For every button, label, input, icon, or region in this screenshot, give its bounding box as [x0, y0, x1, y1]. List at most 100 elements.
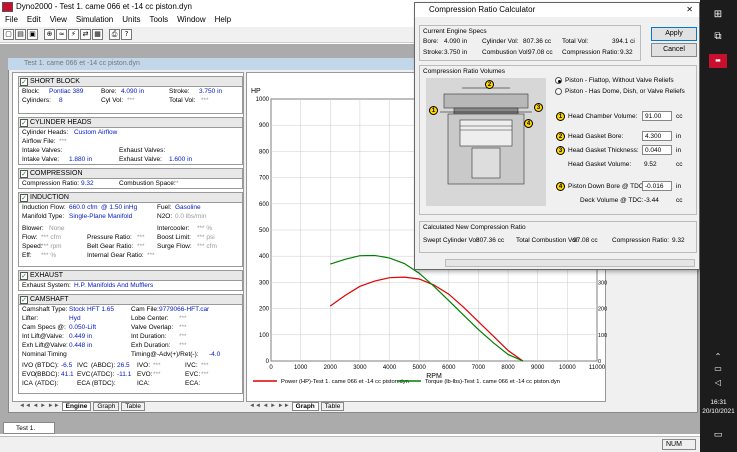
- radio-dome[interactable]: [555, 88, 562, 95]
- y2-tick-label: 300: [598, 280, 607, 286]
- window-title: Dyno2000 - Test 1. came 066 et -14 cc pi…: [16, 2, 192, 11]
- status-bar: [0, 436, 700, 452]
- y-tick-label: 400: [259, 254, 270, 260]
- head-chamber-input[interactable]: 91.00: [642, 111, 672, 121]
- engine-panel: ✓ SHORT BLOCK Block: Pontiac 389 Bore: 4.090…: [12, 72, 244, 411]
- windows-start-icon[interactable]: ⊞: [709, 8, 727, 22]
- menu-window[interactable]: Window: [177, 14, 205, 26]
- save-icon[interactable]: ▣: [27, 29, 38, 40]
- y-axis-label: HP: [251, 88, 261, 95]
- calc-icon[interactable]: ⊕: [44, 29, 55, 40]
- menu-tools[interactable]: Tools: [149, 14, 168, 26]
- notification-icon[interactable]: ▭: [709, 428, 727, 442]
- tab-table-view[interactable]: Table: [320, 401, 345, 411]
- tab-scroll-icon[interactable]: ◄◄ ◄ ► ►►: [249, 403, 290, 409]
- piston-diagram-icon: [426, 78, 546, 206]
- gasket-bore-input[interactable]: 4.300: [642, 131, 672, 141]
- minimized-document[interactable]: Test 1. came...: [3, 422, 55, 443]
- y2-tick-label: 0: [598, 359, 601, 365]
- dialog-title-bar: Compression Ratio Calculator ✕: [415, 3, 699, 17]
- y-tick-label: 200: [259, 307, 270, 313]
- apply-button[interactable]: Apply: [651, 27, 697, 41]
- current-specs-group: Current Engine Specs Bore: 4.090 in Cylin…: [419, 25, 641, 61]
- section-camshaft: ✓ CAMSHAFT Camshaft Type: Stock HFT 1.65 Ca…: [18, 294, 243, 394]
- x-tick-label: 1000: [294, 365, 308, 371]
- menu-view[interactable]: View: [50, 14, 67, 26]
- x-tick-label: 0: [269, 365, 273, 371]
- cancel-button[interactable]: Cancel: [651, 43, 697, 57]
- compare-icon[interactable]: ⇄: [80, 29, 91, 40]
- x-tick-label: 2000: [324, 365, 338, 371]
- marker-1-icon: 1: [429, 106, 438, 115]
- x-tick-label: 8000: [501, 365, 515, 371]
- tab-scroll-icon[interactable]: ◄◄ ◄ ► ►►: [19, 403, 60, 409]
- engine-tabs: ◄◄ ◄ ► ►► Engine Graph Table: [19, 401, 145, 411]
- y-tick-label: 1000: [256, 97, 270, 103]
- open-icon[interactable]: ▤: [15, 29, 26, 40]
- x-tick-label: 9000: [531, 365, 545, 371]
- legend-label-power: Power (HP)-Test 1. came 066 et -14 cc pi…: [281, 379, 409, 385]
- checkbox[interactable]: ✓: [20, 296, 28, 304]
- new-icon[interactable]: ▢: [3, 29, 14, 40]
- y-tick-label: 800: [259, 149, 270, 155]
- checkbox[interactable]: ✓: [20, 78, 28, 86]
- run-icon[interactable]: ⚡: [68, 29, 79, 40]
- x-tick-label: 10000: [559, 365, 576, 371]
- section-induction: ✓ INDUCTION Induction Flow: 660.0 cfm @ 1.5…: [18, 192, 243, 267]
- checkbox[interactable]: ✓: [20, 119, 28, 127]
- radio-flattop[interactable]: [555, 77, 562, 84]
- y-tick-label: 100: [259, 333, 270, 339]
- network-icon[interactable]: ▭: [709, 362, 727, 376]
- tab-graph[interactable]: Graph: [93, 401, 120, 411]
- dyno-app-icon[interactable]: ▬: [709, 54, 727, 68]
- tab-graph-view[interactable]: Graph: [291, 401, 319, 411]
- section-header: ✓ SHORT BLOCK: [19, 77, 242, 87]
- y-tick-label: 700: [259, 176, 270, 182]
- table-icon[interactable]: ▦: [92, 29, 103, 40]
- help-icon[interactable]: ?: [121, 29, 132, 40]
- flow-icon[interactable]: ≈: [56, 29, 67, 40]
- x-tick-label: 7000: [472, 365, 486, 371]
- tab-table[interactable]: Table: [121, 401, 145, 411]
- marker-2-icon: 2: [485, 80, 494, 89]
- num-lock-indicator: NUM: [662, 439, 696, 450]
- menu-file[interactable]: File: [5, 14, 18, 26]
- y-tick-label: 900: [259, 123, 270, 129]
- checkbox[interactable]: ✓: [20, 194, 28, 202]
- y-tick-label: 600: [259, 202, 270, 208]
- section-exhaust: ✓ EXHAUST Exhaust System: H.P. Manifolds A…: [18, 270, 243, 291]
- checkbox[interactable]: ✓: [20, 272, 28, 280]
- clock-date[interactable]: 20/10/2021: [700, 407, 737, 416]
- task-view-icon[interactable]: ⧉: [709, 30, 727, 44]
- volume-icon[interactable]: ◁: [709, 376, 727, 390]
- gasket-thickness-input[interactable]: 0.040: [642, 145, 672, 155]
- close-icon[interactable]: ✕: [686, 3, 693, 17]
- section-compression: ✓ COMPRESSION Compression Ratio: 9.32 Combu…: [18, 168, 243, 189]
- y2-tick-label: 200: [598, 307, 607, 313]
- y2-tick-label: 100: [598, 333, 607, 339]
- x-tick-label: 5000: [413, 365, 427, 371]
- graph-tabs: ◄◄ ◄ ► ►► Graph Table: [249, 401, 345, 411]
- x-tick-label: 11000: [589, 365, 606, 371]
- menu-help[interactable]: Help: [215, 14, 231, 26]
- menu-simulation[interactable]: Simulation: [76, 14, 113, 26]
- menu-units[interactable]: Units: [122, 14, 140, 26]
- y-tick-label: 300: [259, 280, 270, 286]
- x-tick-label: 4000: [383, 365, 397, 371]
- section-short-block: ✓ SHORT BLOCK Block: Pontiac 389 Bore: 4.090…: [18, 76, 243, 114]
- tab-engine[interactable]: Engine: [61, 401, 92, 411]
- legend-label-torque: Torque (lb-lbs)-Test 1. came 066 et -14 …: [425, 379, 560, 385]
- checkbox[interactable]: ✓: [20, 170, 28, 178]
- marker-3-icon: 3: [534, 103, 543, 112]
- windows-taskbar: ⊞ ⧉ ▬ ⌃ ▭ ◁ 16:31 20/10/2021 ▭: [700, 0, 737, 452]
- menu-edit[interactable]: Edit: [27, 14, 41, 26]
- x-tick-label: 6000: [442, 365, 456, 371]
- print-icon[interactable]: ⎙: [109, 29, 120, 40]
- compression-ratio-dialog: Compression Ratio Calculator ✕ Current En…: [414, 2, 700, 270]
- clock-time[interactable]: 16:31: [700, 398, 737, 407]
- section-cylinder-heads: ✓ CYLINDER HEADS Cylinder Heads: Custom Ai…: [18, 117, 243, 165]
- dialog-scrollbar[interactable]: [445, 259, 695, 267]
- marker-4-icon: 4: [524, 119, 533, 128]
- piston-down-input[interactable]: -0.016: [642, 181, 672, 191]
- calculated-group: Calculated New Compression Ratio Swept C…: [419, 221, 697, 253]
